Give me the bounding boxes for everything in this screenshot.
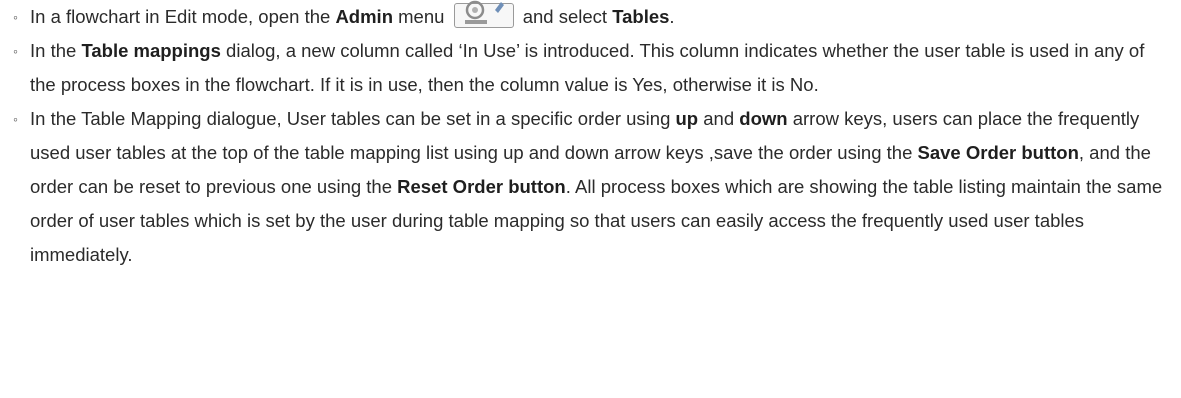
item-text: and [698,108,740,129]
item-text: and select [522,6,613,27]
bullet-icon [13,102,18,136]
list-item-in-use-column: In the Table mappings dialog, a new colu… [13,34,1171,102]
item-text: . [669,6,675,27]
bullet-icon [13,0,18,34]
instruction-list: In a flowchart in Edit mode, open the Ad… [0,0,1181,272]
table-mappings-label: Table mappings [81,40,221,61]
reset-order-button-label: Reset Order button [397,176,566,197]
item-text: In a flowchart in Edit mode, open the [30,6,336,27]
tables-menu-item-label: Tables [612,6,670,27]
list-item-open-admin-tables: In a flowchart in Edit mode, open the Ad… [13,0,1171,34]
up-key-label: up [675,108,699,129]
admin-settings-icon [464,0,504,24]
admin-menu-label: Admin [335,6,393,27]
down-key-label: down [739,108,788,129]
bullet-icon [13,34,18,68]
admin-menu-icon [453,0,514,28]
item-text: In the [30,40,82,61]
list-item-table-order: In the Table Mapping dialogue, User tabl… [13,102,1171,272]
save-order-button-label: Save Order button [917,142,1079,163]
item-text: menu [393,6,445,27]
item-text: In the Table Mapping dialogue, User tabl… [30,108,676,129]
